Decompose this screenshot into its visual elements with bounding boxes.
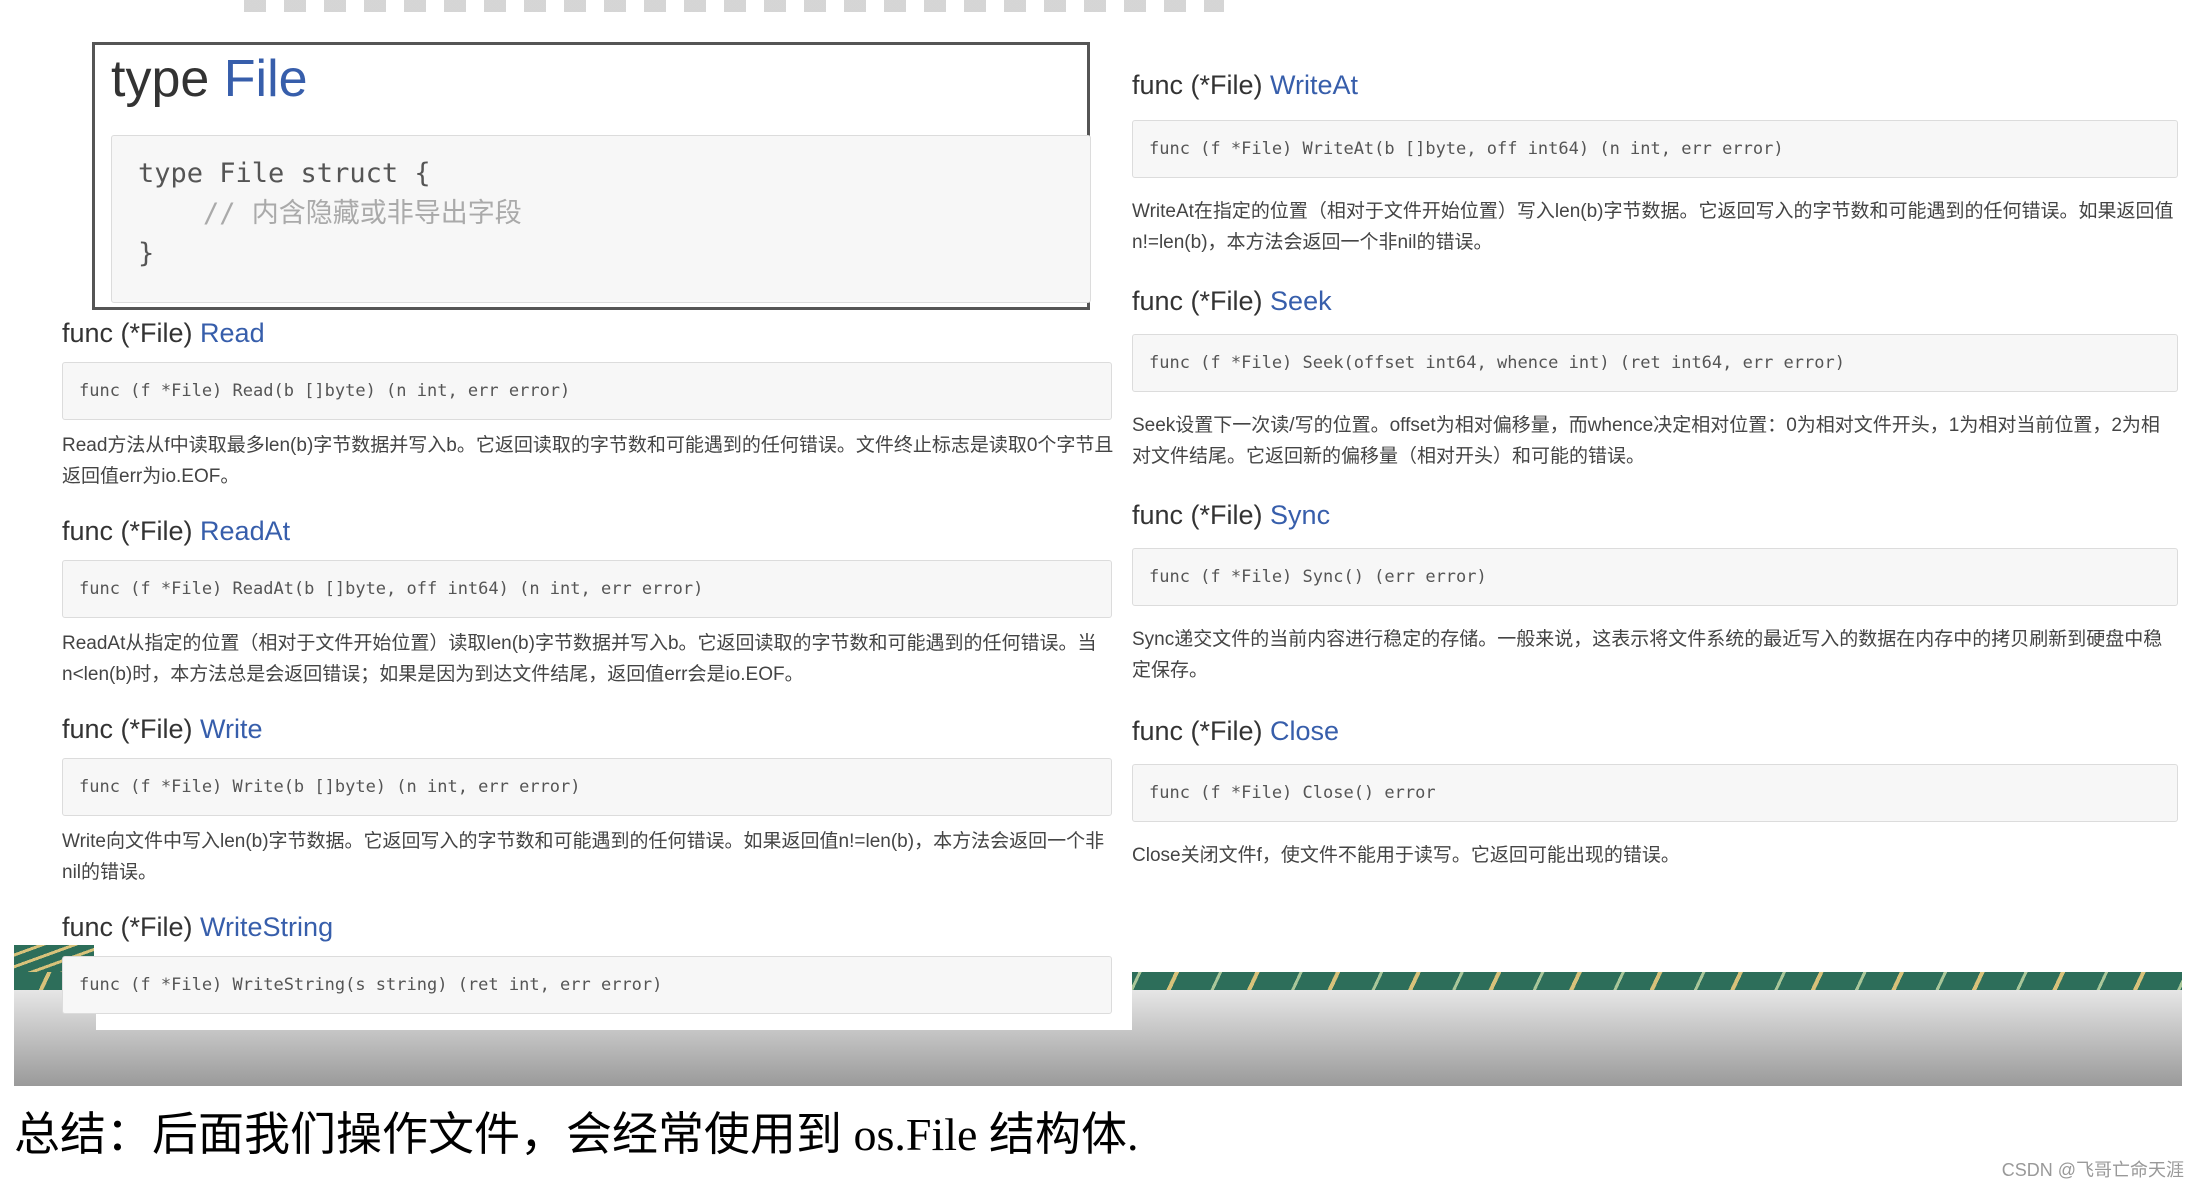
func-heading-close: func (*File) Close [1132, 716, 1340, 746]
func-name-link[interactable]: Close [1270, 716, 1339, 746]
signature-writestring: func (f *File) WriteString(s string) (re… [62, 956, 1112, 1014]
func-name-link[interactable]: Write [200, 714, 263, 744]
signature-read: func (f *File) Read(b []byte) (n int, er… [62, 362, 1112, 420]
signature-readat: func (f *File) ReadAt(b []byte, off int6… [62, 560, 1112, 618]
description-read: Read方法从f中读取最多len(b)字节数据并写入b。它返回读取的字节数和可能… [62, 435, 1114, 487]
description-sync: Sync递交文件的当前内容进行稳定的存储。一般来说，这表示将文件系统的最近写入的… [1132, 629, 2163, 681]
func-name-link[interactable]: Sync [1270, 500, 1330, 530]
type-file-heading: type File [111, 49, 308, 109]
description-readat: ReadAt从指定的位置（相对于文件开始位置）读取len(b)字节数据并写入b。… [62, 633, 1097, 685]
code-comment: // 内含隐藏或非导出字段 [138, 198, 522, 229]
signature-sync: func (f *File) Sync() (err error) [1132, 548, 2178, 606]
summary-text: 总结：后面我们操作文件，会经常使用到 os.File 结构体. [14, 1109, 1139, 1160]
description-close: Close关闭文件f，使文件不能用于读写。它返回可能出现的错误。 [1132, 845, 1680, 866]
description-writeat: WriteAt在指定的位置（相对于文件开始位置）写入len(b)字节数据。它返回… [1132, 201, 2174, 253]
code-line: type File struct { [138, 158, 431, 189]
func-name-link[interactable]: WriteAt [1270, 70, 1358, 100]
func-name-link[interactable]: Read [200, 318, 265, 348]
func-heading-writestring: func (*File) WriteString [62, 912, 334, 942]
func-name-link[interactable]: Seek [1270, 286, 1332, 316]
signature-seek: func (f *File) Seek(offset int64, whence… [1132, 334, 2178, 392]
watermark: CSDN @飞哥亡命天涯 [2001, 1160, 2184, 1180]
func-heading-readat: func (*File) ReadAt [62, 516, 291, 546]
signature-close: func (f *File) Close() error [1132, 764, 2178, 822]
signature-write: func (f *File) Write(b []byte) (n int, e… [62, 758, 1112, 816]
type-keyword: type [111, 50, 210, 108]
func-heading-writeat: func (*File) WriteAt [1132, 70, 1359, 100]
func-heading-sync: func (*File) Sync [1132, 500, 1331, 530]
struct-code-block: type File struct { // 内含隐藏或非导出字段} [111, 135, 1091, 303]
type-file-box: type File type File struct { // 内含隐藏或非导出… [92, 42, 1091, 310]
slide-background: type File type File struct { // 内含隐藏或非导出… [14, 0, 2182, 1086]
func-name-link[interactable]: WriteString [200, 912, 333, 942]
description-write: Write向文件中写入len(b)字节数据。它返回写入的字节数和可能遇到的任何错… [62, 831, 1105, 883]
type-name-link[interactable]: File [224, 50, 308, 108]
cropped-text-row [244, 0, 1224, 12]
func-heading-write: func (*File) Write [62, 714, 263, 744]
signature-writeat: func (f *File) WriteAt(b []byte, off int… [1132, 120, 2178, 178]
func-heading-seek: func (*File) Seek [1132, 286, 1332, 316]
func-heading-read: func (*File) Read [62, 318, 265, 348]
func-name-link[interactable]: ReadAt [200, 516, 290, 546]
description-seek: Seek设置下一次读/写的位置。offset为相对偏移量，而whence决定相对… [1132, 415, 2160, 467]
code-line: } [138, 238, 155, 269]
